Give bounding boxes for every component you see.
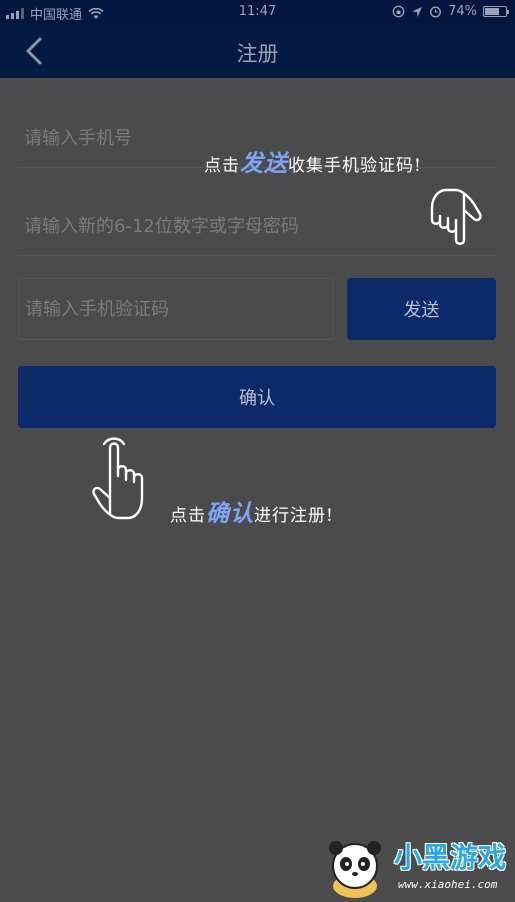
alarm-icon xyxy=(430,6,442,18)
watermark-url: www.xiaohei.com xyxy=(398,878,498,891)
battery-icon xyxy=(483,6,509,17)
verification-code-input[interactable] xyxy=(18,278,334,340)
confirm-hint-text: 点击确认进行注册! xyxy=(170,494,334,528)
status-bar: 中国联通 11:47 74% xyxy=(0,0,515,24)
pointing-hand-icon xyxy=(92,437,144,520)
location-icon xyxy=(412,6,423,17)
watermark: 小黑游戏 www.xiaohei.com xyxy=(318,830,515,902)
pointing-hand-icon xyxy=(430,188,482,245)
send-hint-suffix: 收集手机验证码! xyxy=(288,156,422,176)
confirm-hint-prefix: 点击 xyxy=(170,506,206,526)
send-code-button[interactable]: 发送 xyxy=(347,278,496,340)
watermark-brand: 小黑游戏 xyxy=(394,841,507,874)
send-hint-text: 点击发送收集手机验证码! xyxy=(204,144,422,178)
confirm-hint-suffix: 进行注册! xyxy=(254,506,334,526)
send-hint-prefix: 点击 xyxy=(204,156,240,176)
nav-bar: 注册 xyxy=(0,24,515,78)
page-title: 注册 xyxy=(236,42,279,66)
battery-fill xyxy=(485,8,500,15)
confirm-button[interactable]: 确认 xyxy=(18,366,496,428)
send-hint-highlight: 发送 xyxy=(240,150,288,177)
battery-percent: 74% xyxy=(448,4,477,19)
confirm-hint-highlight: 确认 xyxy=(206,500,254,527)
panda-logo xyxy=(329,841,381,898)
status-right: 74% xyxy=(392,4,509,19)
rotation-lock-icon xyxy=(392,5,405,18)
